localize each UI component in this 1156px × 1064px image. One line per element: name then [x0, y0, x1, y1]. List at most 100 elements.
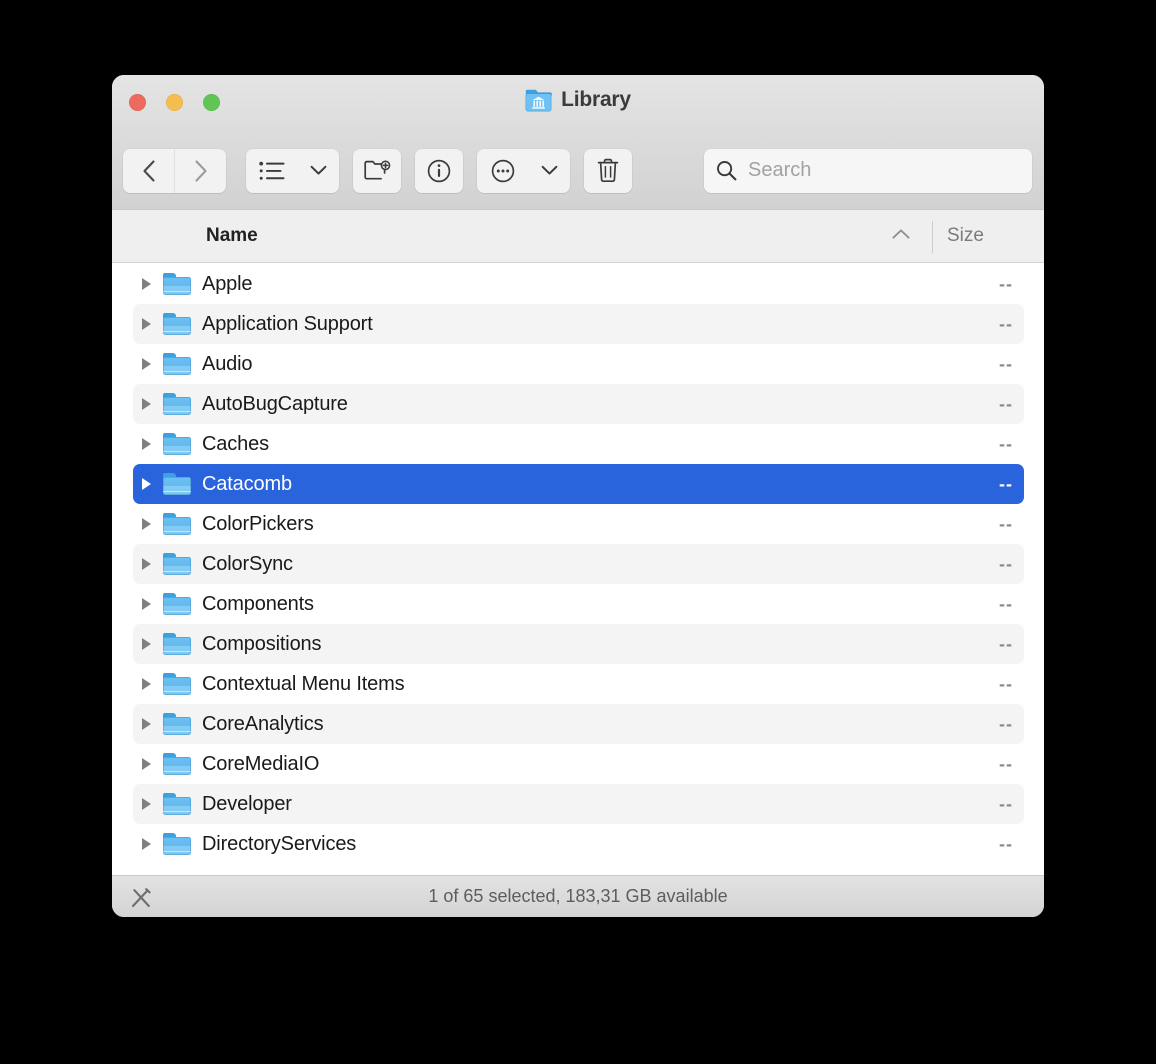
- delete-button[interactable]: [584, 149, 632, 193]
- file-name: ColorSync: [202, 552, 293, 575]
- file-row[interactable]: Compositions --: [133, 624, 1024, 664]
- file-name: Components: [202, 592, 314, 615]
- file-size: --: [999, 793, 1013, 814]
- folder-icon: [163, 713, 191, 735]
- column-header-size[interactable]: Size: [947, 225, 984, 247]
- column-header-name[interactable]: Name: [206, 225, 258, 247]
- disclosure-triangle-icon[interactable]: [133, 318, 159, 330]
- folder-icon: [163, 553, 191, 575]
- new-folder-icon: [363, 159, 391, 182]
- info-circle-icon: [427, 159, 451, 183]
- file-list[interactable]: Apple -- Application Support -- Audio -- AutoB…: [112, 263, 1044, 875]
- back-button[interactable]: [123, 149, 174, 193]
- more-actions-dropdown-button[interactable]: [529, 149, 570, 193]
- disclosure-triangle-icon[interactable]: [133, 838, 159, 850]
- folder-icon: [163, 513, 191, 535]
- folder-icon: [163, 833, 191, 855]
- file-row[interactable]: Application Support --: [133, 304, 1024, 344]
- more-actions-button[interactable]: [477, 149, 529, 193]
- disclosure-triangle-icon[interactable]: [133, 798, 159, 810]
- status-bar: 1 of 65 selected, 183,31 GB available: [112, 875, 1044, 917]
- traffic-light-group: [129, 94, 220, 111]
- info-button[interactable]: [415, 149, 463, 193]
- folder-icon: [163, 793, 191, 815]
- file-name: Compositions: [202, 632, 322, 655]
- ellipsis-circle-icon: [491, 159, 515, 183]
- folder-icon: [163, 313, 191, 335]
- folder-icon: [163, 393, 191, 415]
- search-field[interactable]: Search: [704, 148, 1032, 193]
- file-size: --: [999, 273, 1013, 294]
- file-size: --: [999, 353, 1013, 374]
- file-size: --: [999, 313, 1013, 334]
- file-size: --: [999, 473, 1013, 494]
- file-row[interactable]: AutoBugCapture --: [133, 384, 1024, 424]
- close-button[interactable]: [129, 94, 146, 111]
- forward-button[interactable]: [175, 149, 226, 193]
- chevron-up-icon[interactable]: [891, 228, 911, 241]
- disclosure-triangle-icon[interactable]: [133, 358, 159, 370]
- file-row[interactable]: ColorPickers --: [133, 504, 1024, 544]
- file-row[interactable]: Components --: [133, 584, 1024, 624]
- disclosure-triangle-icon[interactable]: [133, 558, 159, 570]
- folder-icon: [163, 673, 191, 695]
- file-row[interactable]: DirectoryServices --: [133, 824, 1024, 864]
- status-text: 1 of 65 selected, 183,31 GB available: [428, 886, 728, 906]
- file-name: Catacomb: [202, 472, 292, 495]
- disclosure-triangle-icon[interactable]: [133, 598, 159, 610]
- folder-icon: [163, 273, 191, 295]
- new-folder-button[interactable]: [353, 149, 401, 193]
- disclosure-triangle-icon[interactable]: [133, 718, 159, 730]
- view-options-dropdown-button[interactable]: [298, 149, 339, 193]
- folder-icon: [163, 433, 191, 455]
- finder-window: Library Search Name Size Apple -- Applic…: [112, 75, 1044, 917]
- disclosure-triangle-icon[interactable]: [133, 278, 159, 290]
- chevron-down-icon: [310, 165, 327, 176]
- file-name: Contextual Menu Items: [202, 672, 405, 695]
- file-size: --: [999, 593, 1013, 614]
- folder-icon: [163, 473, 191, 495]
- file-row[interactable]: Audio --: [133, 344, 1024, 384]
- window-titlebar[interactable]: Library: [112, 75, 1044, 132]
- maximize-button[interactable]: [203, 94, 220, 111]
- file-size: --: [999, 633, 1013, 654]
- column-divider[interactable]: [932, 221, 933, 253]
- disclosure-triangle-icon[interactable]: [133, 758, 159, 770]
- disclosure-triangle-icon[interactable]: [133, 678, 159, 690]
- search-placeholder: Search: [748, 159, 812, 181]
- file-name: ColorPickers: [202, 512, 314, 535]
- file-name: CoreMediaIO: [202, 752, 320, 775]
- disclosure-triangle-icon[interactable]: [133, 398, 159, 410]
- list-view-icon: [259, 161, 285, 181]
- list-view-button[interactable]: [246, 149, 298, 193]
- info-group: [415, 148, 463, 193]
- chevron-right-icon: [194, 159, 208, 182]
- chevron-left-icon: [142, 159, 156, 182]
- file-name: Application Support: [202, 312, 373, 335]
- file-size: --: [999, 673, 1013, 694]
- file-row[interactable]: Caches --: [133, 424, 1024, 464]
- file-row[interactable]: CoreMediaIO --: [133, 744, 1024, 784]
- toolbar: Search: [112, 132, 1044, 209]
- folder-icon: [163, 753, 191, 775]
- folder-icon: [163, 353, 191, 375]
- disclosure-triangle-icon[interactable]: [133, 518, 159, 530]
- file-row[interactable]: Developer --: [133, 784, 1024, 824]
- file-row[interactable]: CoreAnalytics --: [133, 704, 1024, 744]
- file-row[interactable]: Apple --: [133, 264, 1024, 304]
- file-size: --: [999, 433, 1013, 454]
- search-icon: [716, 160, 737, 181]
- file-row[interactable]: ColorSync --: [133, 544, 1024, 584]
- file-name: Caches: [202, 432, 269, 455]
- file-size: --: [999, 753, 1013, 774]
- navigation-button-group: [123, 148, 226, 193]
- disclosure-triangle-icon[interactable]: [133, 478, 159, 490]
- file-name: Apple: [202, 272, 253, 295]
- file-row[interactable]: Contextual Menu Items --: [133, 664, 1024, 704]
- markup-pen-icon[interactable]: [130, 887, 152, 909]
- minimize-button[interactable]: [166, 94, 183, 111]
- disclosure-triangle-icon[interactable]: [133, 438, 159, 450]
- file-row[interactable]: Catacomb --: [133, 464, 1024, 504]
- file-name: Developer: [202, 792, 292, 815]
- disclosure-triangle-icon[interactable]: [133, 638, 159, 650]
